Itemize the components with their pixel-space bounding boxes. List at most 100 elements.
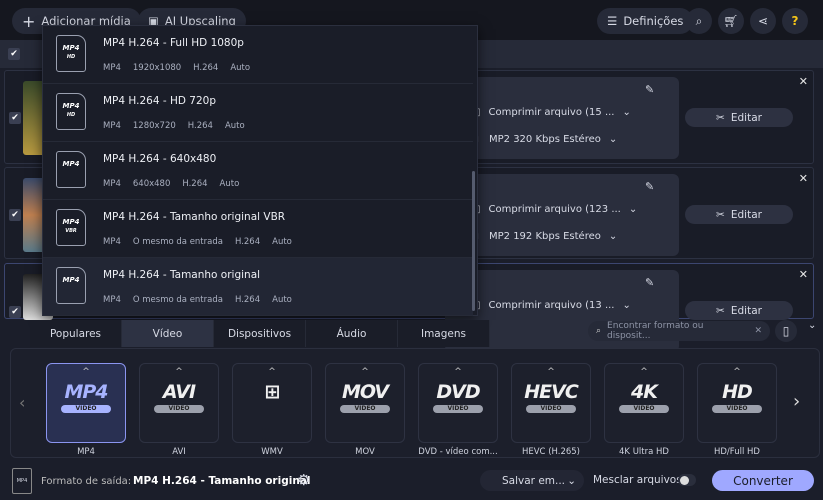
- preset-meta-value: Auto: [272, 295, 292, 305]
- rename-pencil-icon[interactable]: ✎: [645, 180, 654, 193]
- expand-caret-icon[interactable]: ^: [698, 367, 776, 377]
- format-search-input[interactable]: ⌕ Encontrar formato ou disposit... ✕: [588, 321, 770, 341]
- remove-file-icon[interactable]: ✕: [799, 172, 808, 185]
- dropdown-scrollbar[interactable]: [472, 171, 475, 311]
- search-button[interactable]: ⌕: [686, 8, 712, 34]
- convert-button[interactable]: Converter: [712, 470, 814, 491]
- merge-files-toggle[interactable]: [678, 474, 696, 486]
- sliders-icon: ☰: [607, 14, 618, 28]
- audio-value: MP2 320 Kbps Estéreo: [489, 134, 601, 145]
- compress-select[interactable]: ▯Comprimir arquivo (15 ...⌄: [475, 107, 631, 118]
- preset-meta-value: H.264: [193, 63, 219, 73]
- format-logo: 4K: [631, 381, 658, 403]
- plus-icon: +: [22, 11, 36, 31]
- preset-meta-value: H.264: [234, 237, 261, 247]
- share-button[interactable]: ⋖: [750, 8, 776, 34]
- expand-caret-icon[interactable]: ^: [326, 367, 404, 377]
- edit-button[interactable]: ✂ Editar: [685, 205, 793, 224]
- expand-caret-icon[interactable]: ^: [605, 367, 683, 377]
- format-logo: HEVC: [524, 381, 579, 403]
- mp4-file-icon: MP4 VBR: [56, 209, 86, 246]
- remove-file-icon[interactable]: ✕: [799, 268, 808, 281]
- expand-caret-icon[interactable]: ^: [140, 367, 218, 377]
- remove-file-icon[interactable]: ✕: [799, 75, 808, 88]
- preset-item[interactable]: MP4 MP4 H.264 - 640x480 MP4 640x480 H.264 A…: [43, 142, 473, 200]
- tab-2[interactable]: Dispositivos: [214, 320, 306, 347]
- file-options: ✎ ▯Comprimir arquivo (123 ...⌄ 🔈︎MP2 192…: [445, 174, 679, 256]
- file-checkbox[interactable]: ✔: [9, 306, 21, 318]
- compress-value: Comprimir arquivo (15 ...: [488, 107, 615, 118]
- gear-icon[interactable]: ⚙: [297, 471, 310, 489]
- preset-meta: MP4 O mesmo da entrada H.264 Auto: [103, 295, 292, 305]
- format-label: HD/Full HD: [714, 447, 760, 457]
- help-button[interactable]: ?: [782, 8, 808, 34]
- format-tabs: Populares Vídeo Dispositivos Áudio Imagens: [30, 320, 490, 347]
- collapse-chevron-icon[interactable]: ⌄: [808, 320, 816, 331]
- audio-select[interactable]: 🔈︎ MP2 320 Kbps Estéreo ⌄: [475, 134, 617, 145]
- save-to-button[interactable]: Salvar em... ⌄: [480, 470, 584, 491]
- convert-label: Converter: [733, 473, 793, 488]
- rename-pencil-icon[interactable]: ✎: [645, 83, 654, 96]
- tab-0[interactable]: Populares: [30, 320, 122, 347]
- format-card[interactable]: ^ HEVC VIDEO: [511, 363, 591, 443]
- format-badge: VIDEO: [154, 405, 204, 413]
- preset-meta-value: O mesmo da entrada: [132, 237, 223, 247]
- preset-item[interactable]: MP4 VBR MP4 H.264 - Tamanho original VBR …: [43, 200, 473, 258]
- output-format-value[interactable]: MP4 H.264 - Tamanho original: [133, 475, 310, 487]
- expand-caret-icon[interactable]: ^: [419, 367, 497, 377]
- chevron-down-icon: ⌄: [622, 300, 631, 311]
- format-panel: ‹ › ^ MP4 VIDEO MP4 ^ AVI VIDEO AVI ^ ⊞ WMV ^ MOV VID…: [10, 348, 820, 458]
- preset-title: MP4 H.264 - Tamanho original: [103, 269, 261, 281]
- select-all-checkbox[interactable]: ✔: [8, 48, 20, 60]
- compress-select[interactable]: ▯Comprimir arquivo (123 ...⌄: [475, 204, 637, 215]
- settings-label: Definições: [623, 14, 684, 28]
- search-icon: ⌕: [596, 326, 602, 336]
- file-checkbox[interactable]: ✔: [9, 209, 21, 221]
- edit-button[interactable]: ✂ Editar: [685, 108, 793, 127]
- preset-meta-value: MP4: [103, 179, 121, 189]
- rename-pencil-icon[interactable]: ✎: [645, 276, 654, 289]
- share-icon: ⋖: [757, 14, 769, 28]
- file-icon-text: MP4: [62, 276, 80, 284]
- expand-caret-icon[interactable]: ^: [233, 367, 311, 377]
- preset-meta-value: O mesmo da entrada: [132, 295, 223, 305]
- preset-item[interactable]: MP4 HD MP4 H.264 - Full HD 1080p MP4 1920x…: [43, 26, 473, 84]
- format-card[interactable]: ^ AVI VIDEO: [139, 363, 219, 443]
- format-card[interactable]: ^ 4K VIDEO: [604, 363, 684, 443]
- format-card[interactable]: ^ HD VIDEO: [697, 363, 777, 443]
- file-checkbox[interactable]: ✔: [9, 112, 21, 124]
- cart-button[interactable]: 🛒︎: [718, 8, 744, 34]
- format-logo: MOV: [341, 381, 389, 403]
- format-card[interactable]: ^ DVD VIDEO: [418, 363, 498, 443]
- preset-item[interactable]: MP4 HD MP4 H.264 - HD 720p MP4 1280x720 H.2…: [43, 84, 473, 142]
- expand-caret-icon[interactable]: ^: [512, 367, 590, 377]
- preset-meta-value: 1280x720: [132, 121, 176, 131]
- format-card[interactable]: ^ ⊞: [232, 363, 312, 443]
- chevron-down-icon: ⌄: [567, 474, 576, 487]
- scissors-icon: ✂: [716, 208, 725, 221]
- expand-caret-icon[interactable]: ^: [47, 367, 125, 377]
- format-card[interactable]: ^ MP4 VIDEO: [46, 363, 126, 443]
- tab-3[interactable]: Áudio: [306, 320, 398, 347]
- prev-arrow-icon[interactable]: ‹: [19, 393, 25, 412]
- device-detect-button[interactable]: ▯: [775, 320, 797, 342]
- tab-1[interactable]: Vídeo: [122, 320, 214, 347]
- next-arrow-icon[interactable]: ›: [793, 391, 800, 412]
- audio-select[interactable]: 🔈︎ MP2 192 Kbps Estéreo ⌄: [475, 231, 617, 242]
- file-icon-text: MP4: [62, 44, 80, 52]
- scissors-icon: ✂: [716, 304, 725, 317]
- mp4-file-icon: MP4: [56, 267, 86, 304]
- file-options: ✎ ▯Comprimir arquivo (15 ...⌄ 🔈︎MP2 320 …: [445, 77, 679, 159]
- format-label: WMV: [261, 447, 283, 457]
- tab-4[interactable]: Imagens: [398, 320, 490, 347]
- preset-item[interactable]: MP4 MP4 H.264 - Tamanho original MP4 O me…: [43, 258, 473, 316]
- edit-button[interactable]: ✂ Editar: [685, 301, 793, 320]
- compress-select[interactable]: ▯Comprimir arquivo (13 ...⌄: [475, 300, 631, 311]
- format-label: 4K Ultra HD: [619, 447, 669, 457]
- clear-icon[interactable]: ✕: [754, 326, 762, 336]
- format-card[interactable]: ^ MOV VIDEO: [325, 363, 405, 443]
- settings-button[interactable]: ☰ Definições: [597, 8, 694, 34]
- preset-meta-value: H.264: [234, 295, 261, 305]
- output-format-label: Formato de saída:: [41, 476, 132, 487]
- preset-meta-value: 1920x1080: [132, 63, 182, 73]
